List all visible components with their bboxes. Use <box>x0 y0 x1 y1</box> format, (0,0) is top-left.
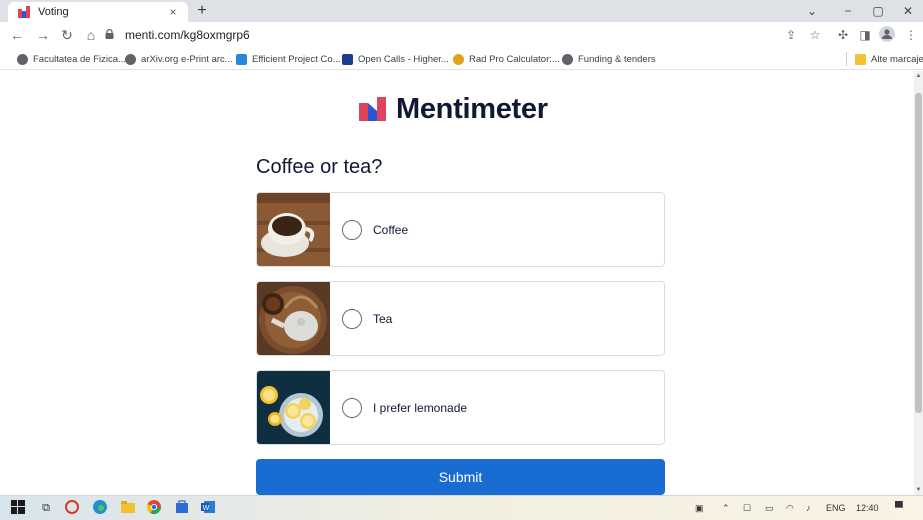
radio-tea[interactable] <box>342 308 362 329</box>
option-lemonade[interactable]: I prefer lemonade <box>256 370 665 445</box>
bookmark-item[interactable]: Facultatea de Fizica... <box>17 52 126 66</box>
close-window-icon[interactable]: ✕ <box>896 2 920 20</box>
tab-search-icon[interactable]: ⌄ <box>800 2 824 20</box>
windows-start-icon[interactable] <box>10 500 26 516</box>
onedrive-icon[interactable]: ☐ <box>743 501 751 515</box>
menu-kebab-icon[interactable]: ⋮ <box>902 26 920 44</box>
bookmarks-bar: Facultatea de Fizica... arXiv.org e-Prin… <box>0 48 923 70</box>
mentimeter-logo-icon <box>359 97 386 121</box>
project-icon <box>236 53 247 65</box>
volume-icon[interactable]: ♪ <box>806 501 811 515</box>
other-bookmarks[interactable]: Alte marcaje <box>846 52 923 66</box>
new-tab-button[interactable]: + <box>193 2 211 20</box>
option-coffee[interactable]: Coffee <box>256 192 665 267</box>
scrollbar-thumb[interactable] <box>915 93 922 413</box>
submit-button[interactable]: Submit <box>256 459 665 495</box>
home-icon[interactable]: ⌂ <box>82 26 100 44</box>
svg-text:W: W <box>203 504 210 512</box>
side-panel-icon[interactable]: ◨ <box>856 26 874 44</box>
bookmark-item[interactable]: Efficient Project Co... <box>236 52 341 66</box>
question-title: Coffee or tea? <box>256 156 383 178</box>
option-label: I prefer lemonade <box>373 400 468 415</box>
url-text: menti.com/kg8oxmgrp6 <box>125 28 250 42</box>
option-label: Tea <box>373 311 393 326</box>
scroll-up-icon[interactable]: ▲ <box>914 71 923 81</box>
bookmark-item[interactable]: Funding & tenders <box>562 52 656 66</box>
coffee-image <box>257 193 330 266</box>
windows-taskbar: ⧉ W ▣ ⌃ ☐ ▭ ◠ ♪ ENG 12:40 ▀ <box>0 495 923 520</box>
radio-lemonade[interactable] <box>342 397 362 418</box>
page-scrollbar[interactable]: ▲ ▼ <box>914 71 923 495</box>
acrobat-icon[interactable] <box>64 500 80 516</box>
tray-chevron-icon[interactable]: ⌃ <box>722 501 730 515</box>
wifi-icon[interactable]: ◠ <box>786 501 794 515</box>
tea-image <box>257 282 330 355</box>
address-bar[interactable]: menti.com/kg8oxmgrp6 <box>105 25 845 45</box>
clock[interactable]: 12:40 <box>856 501 879 515</box>
browser-toolbar: ← → ↻ ⌂ menti.com/kg8oxmgrp6 ⇪ ☆ ✣ ◨ ⋮ <box>0 22 923 48</box>
back-icon[interactable]: ← <box>8 26 26 44</box>
task-view-icon[interactable]: ⧉ <box>38 500 54 516</box>
battery-icon[interactable]: ▭ <box>765 501 774 515</box>
option-label: Coffee <box>373 222 409 237</box>
profile-avatar-icon[interactable] <box>878 26 896 44</box>
browser-tab-strip: Voting × + ⌄ − ▢ ✕ <box>0 0 923 22</box>
language-indicator[interactable]: ENG <box>826 501 846 515</box>
bookmark-item[interactable]: arXiv.org e-Print arc... <box>125 52 233 66</box>
reload-icon[interactable]: ↻ <box>58 26 76 44</box>
forward-icon[interactable]: → <box>34 26 52 44</box>
tab-voting[interactable]: Voting × <box>8 2 188 22</box>
file-explorer-icon[interactable] <box>120 500 136 516</box>
radio-coffee[interactable] <box>342 219 362 240</box>
minimize-icon[interactable]: − <box>836 2 860 20</box>
globe-icon <box>17 53 28 65</box>
bookmark-item[interactable]: Open Calls - Higher... <box>342 52 449 66</box>
brand-name: Mentimeter <box>396 92 548 125</box>
store-icon[interactable] <box>174 500 190 516</box>
eu-calls-icon <box>342 53 353 65</box>
share-icon[interactable]: ⇪ <box>782 26 800 44</box>
edge-icon[interactable] <box>92 500 108 516</box>
extensions-icon[interactable]: ✣ <box>834 26 852 44</box>
mentimeter-favicon-icon <box>18 6 30 18</box>
folder-icon <box>855 53 866 65</box>
tab-title: Voting <box>38 6 69 18</box>
notifications-icon[interactable]: ▀ <box>895 501 903 515</box>
lock-icon <box>105 28 119 42</box>
globe-icon <box>125 53 136 65</box>
mentimeter-logo: Mentimeter <box>359 93 548 125</box>
lemonade-image <box>257 371 330 444</box>
bookmark-star-icon[interactable]: ☆ <box>806 26 824 44</box>
radiation-icon <box>453 53 464 65</box>
bookmark-item[interactable]: Rad Pro Calculator:... <box>453 52 560 66</box>
option-tea[interactable]: Tea <box>256 281 665 356</box>
word-icon[interactable]: W <box>200 500 216 516</box>
globe-icon <box>562 53 573 65</box>
page-content: Mentimeter Coffee or tea? Coffee Tea I p… <box>0 71 914 495</box>
restore-icon[interactable]: ▢ <box>866 2 890 20</box>
tab-close-icon[interactable]: × <box>166 5 180 19</box>
screen-record-icon[interactable]: ▣ <box>695 501 704 515</box>
scroll-down-icon[interactable]: ▼ <box>914 485 923 495</box>
chrome-icon[interactable] <box>146 500 162 516</box>
